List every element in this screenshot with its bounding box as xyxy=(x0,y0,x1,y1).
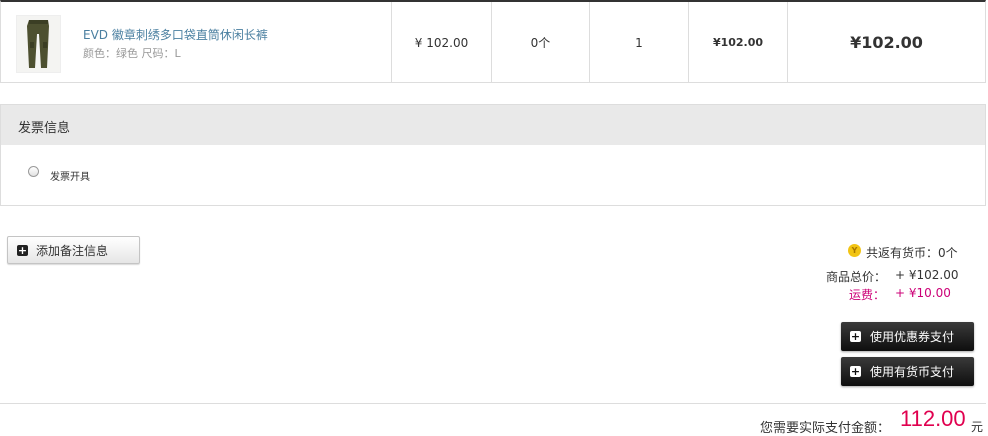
add-remark-label: 添加备注信息 xyxy=(36,243,109,258)
coin-return-text: 共返有货币：0个 xyxy=(866,246,958,260)
payment-label: 您需要实际支付金额： xyxy=(760,421,891,436)
goods-total-label: 商品总价： xyxy=(826,270,887,284)
add-remark-button[interactable]: + 添加备注信息 xyxy=(7,236,140,264)
invoice-radio[interactable] xyxy=(28,166,39,177)
use-currency-button[interactable]: + 使用有货币支付 xyxy=(841,357,974,386)
product-name-link[interactable]: EVD 徽章刺绣多口袋直筒休闲长裤 xyxy=(83,26,268,43)
shipping-label: 运费： xyxy=(849,288,886,302)
total-cell: ¥102.00 xyxy=(787,2,985,83)
goods-total-value: + ¥102.00 xyxy=(895,268,959,282)
product-attributes: 颜色：绿色 尺码：L xyxy=(83,47,181,60)
payment-unit: 元 xyxy=(971,420,984,434)
invoice-option-label[interactable]: 发票开具 xyxy=(50,168,90,183)
discount-count: 0个 xyxy=(530,36,551,50)
discount-cell: 0个 xyxy=(491,2,589,83)
unit-price: ¥ 102.00 xyxy=(414,35,469,50)
row-total: ¥102.00 xyxy=(850,33,923,52)
use-coupon-button[interactable]: + 使用优惠券支付 xyxy=(841,322,974,351)
plus-icon: + xyxy=(17,243,28,257)
subtotal: ¥102.00 xyxy=(712,36,764,49)
invoice-title: 发票信息 xyxy=(18,121,71,136)
plus-icon: + xyxy=(850,330,861,343)
plus-icon: + xyxy=(850,365,861,378)
pants-icon xyxy=(27,20,49,68)
invoice-header xyxy=(1,105,985,145)
divider xyxy=(0,403,986,404)
quantity-cell: 1 xyxy=(589,2,688,83)
payment-amount: 112.00 xyxy=(900,406,966,431)
coin-icon: Y xyxy=(848,244,861,257)
product-thumbnail[interactable] xyxy=(16,15,61,73)
unit-price-cell: ¥ 102.00 xyxy=(391,2,491,83)
cart-product-row: EVD 徽章刺绣多口袋直筒休闲长裤 颜色：绿色 尺码：L ¥ 102.00 0个… xyxy=(0,0,986,83)
use-currency-label: 使用有货币支付 xyxy=(870,365,955,379)
quantity: 1 xyxy=(635,35,643,50)
subtotal-cell: ¥102.00 xyxy=(688,2,787,83)
shipping-value: + ¥10.00 xyxy=(895,286,951,300)
use-coupon-label: 使用优惠券支付 xyxy=(870,330,955,344)
